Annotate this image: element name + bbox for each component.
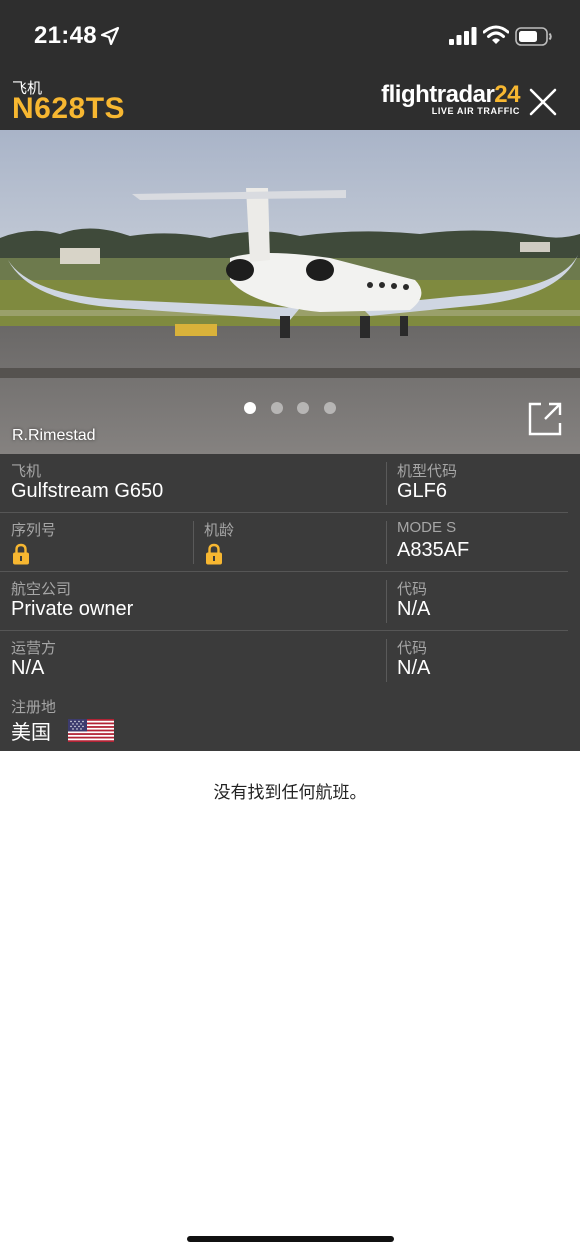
country-label: 注册地 xyxy=(11,699,57,716)
airline-cell: 航空公司 Private owner xyxy=(0,572,386,631)
close-icon[interactable] xyxy=(527,86,559,118)
aircraft-model-label: 飞机 xyxy=(11,463,42,480)
external-link-icon[interactable] xyxy=(527,401,563,437)
serial-cell[interactable]: 序列号 xyxy=(0,513,193,572)
airline-label: 航空公司 xyxy=(11,581,72,598)
aircraft-registration: N628TS xyxy=(12,92,126,125)
page-dot-1[interactable] xyxy=(244,402,256,414)
airline-code-label: 代码 xyxy=(397,581,428,598)
mode-s-label: MODE S xyxy=(397,519,457,536)
age-cell[interactable]: 机龄 xyxy=(193,513,386,572)
country-cell: 注册地 美国 xyxy=(0,690,386,749)
status-time: 21:48 xyxy=(34,22,97,49)
lock-icon[interactable] xyxy=(205,543,223,565)
mode-s-value: A835AF xyxy=(397,539,470,561)
operator-code-cell: 代码 N/A xyxy=(386,631,580,690)
serial-label: 序列号 xyxy=(11,522,57,539)
age-label: 机龄 xyxy=(204,522,235,539)
aircraft-header: 飞机 N628TS flightradar24 LIVE AIR TRAFFIC xyxy=(0,74,580,130)
status-bar: 21:48 xyxy=(0,0,580,74)
brand-name: flightradar xyxy=(381,81,495,108)
operator-code-value: N/A xyxy=(397,657,431,679)
photo-credit: R.Rimestad xyxy=(12,427,96,444)
operator-cell: 运营方 N/A xyxy=(0,631,386,690)
details-row-operator: 运营方 N/A 代码 N/A xyxy=(0,631,580,690)
details-row-airline: 航空公司 Private owner 代码 N/A xyxy=(0,572,580,631)
page-dot-4[interactable] xyxy=(324,402,336,414)
aircraft-details: 飞机 Gulfstream G650 机型代码 GLF6 序列号 机龄 MODE… xyxy=(0,454,580,751)
type-code-cell: 机型代码 GLF6 xyxy=(386,454,580,513)
airline-code-cell: 代码 N/A xyxy=(386,572,580,631)
operator-code-label: 代码 xyxy=(397,640,428,657)
brand-number: 24 xyxy=(494,81,520,108)
type-code-value: GLF6 xyxy=(397,480,448,502)
page-dot-2[interactable] xyxy=(271,402,283,414)
photo-pagination[interactable] xyxy=(244,402,344,416)
details-row-serial: 序列号 机龄 MODE S A835AF xyxy=(0,513,580,572)
no-flights-message: 没有找到任何航班。 xyxy=(213,783,367,802)
airline-code-value: N/A xyxy=(397,598,431,620)
type-code-label: 机型代码 xyxy=(397,463,458,480)
aircraft-model-cell: 飞机 Gulfstream G650 xyxy=(0,454,386,513)
home-indicator[interactable] xyxy=(187,1236,394,1242)
wifi-icon xyxy=(483,25,509,44)
country-value: 美国 xyxy=(11,722,51,744)
battery-icon xyxy=(515,27,552,46)
flightradar24-logo: flightradar24 LIVE AIR TRAFFIC xyxy=(381,81,520,117)
location-arrow-icon xyxy=(100,26,120,46)
aircraft-model-value: Gulfstream G650 xyxy=(11,480,164,502)
signal-icon xyxy=(449,27,477,45)
mode-s-cell: MODE S A835AF xyxy=(386,513,580,572)
operator-label: 运营方 xyxy=(11,640,57,657)
lock-icon[interactable] xyxy=(12,543,30,565)
details-row-aircraft: 飞机 Gulfstream G650 机型代码 GLF6 xyxy=(0,454,580,513)
us-flag-icon xyxy=(68,719,114,742)
page-dot-3[interactable] xyxy=(297,402,309,414)
operator-value: N/A xyxy=(11,657,45,679)
airline-value: Private owner xyxy=(11,598,134,620)
